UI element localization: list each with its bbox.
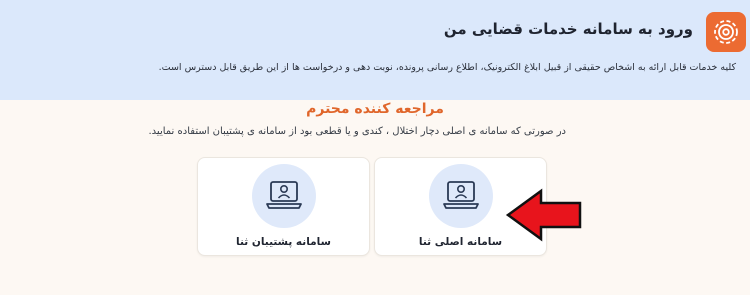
header-panel: ورود به سامانه خدمات قضایی من کلیه خدمات… <box>0 0 750 100</box>
backup-system-label: سامانه پشتیبان ثنا <box>236 236 331 248</box>
page-title: ورود به سامانه خدمات قضایی من <box>443 20 693 38</box>
notice-title: مراجعه کننده محترم <box>306 101 444 117</box>
notice-text: در صورتی که سامانه ی اصلی دچار اختلال ، … <box>148 126 567 137</box>
backup-system-card[interactable]: سامانه پشتیبان ثنا <box>197 157 370 256</box>
laptop-user-icon <box>429 164 493 228</box>
red-arrow-icon <box>505 188 582 242</box>
laptop-user-icon <box>252 164 316 228</box>
settings-gear-icon <box>706 12 746 52</box>
header-description: کلیه خدمات قابل ارائه به اشخاص حقیقی از … <box>158 62 736 73</box>
